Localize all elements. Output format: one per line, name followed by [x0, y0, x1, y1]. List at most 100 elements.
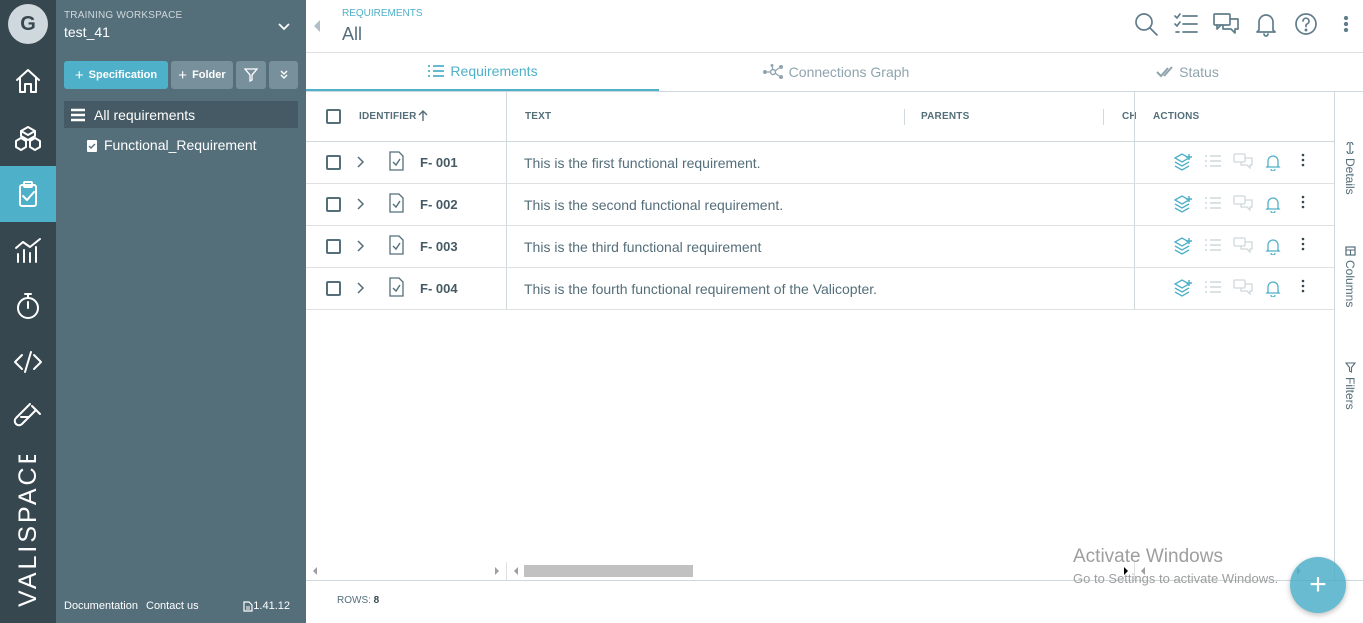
requirement-text[interactable]: This is the second functional requiremen… — [524, 197, 783, 213]
add-verification-button[interactable] — [1168, 153, 1198, 171]
tab-status[interactable]: Status — [1012, 53, 1363, 91]
select-all-checkbox[interactable] — [326, 109, 341, 124]
columns-icon — [1344, 246, 1356, 256]
add-requirement-fab[interactable]: + — [1290, 557, 1346, 613]
search-button[interactable] — [1132, 10, 1160, 38]
requirement-icon — [389, 235, 404, 255]
row-more-button[interactable] — [1288, 153, 1318, 171]
app-rail: G VALISPACE — [0, 0, 56, 623]
row-checkbox[interactable] — [326, 197, 341, 212]
tab-connections-graph[interactable]: Connections Graph — [659, 53, 1012, 91]
row-tasks-button[interactable] — [1198, 237, 1228, 255]
table-row[interactable]: F- 001 This is the first functional requ… — [306, 142, 1334, 184]
add-verification-button[interactable] — [1168, 279, 1198, 297]
row-checkbox[interactable] — [326, 155, 341, 170]
row-actions — [1168, 237, 1318, 255]
tab-requirements[interactable]: Requirements — [306, 53, 659, 91]
add-specification-button[interactable]: + Specification — [64, 61, 168, 89]
testing-nav-button[interactable] — [0, 390, 56, 446]
tasks-button[interactable] — [1172, 10, 1200, 38]
help-button[interactable] — [1292, 10, 1320, 38]
notifications-button[interactable] — [1252, 10, 1280, 38]
chevron-right-icon[interactable] — [354, 155, 366, 169]
column-resizer[interactable] — [1103, 109, 1104, 125]
row-more-button[interactable] — [1288, 195, 1318, 213]
requirement-identifier[interactable]: F- 001 — [420, 155, 458, 170]
help-icon — [1295, 13, 1317, 35]
requirement-identifier[interactable]: F- 002 — [420, 197, 458, 212]
tree-item-all-requirements[interactable]: All requirements — [64, 101, 298, 128]
chevron-down-icon[interactable] — [276, 18, 292, 34]
row-tasks-button[interactable] — [1198, 279, 1228, 297]
sort-ascending-icon[interactable] — [417, 110, 429, 122]
requirement-identifier[interactable]: F- 004 — [420, 281, 458, 296]
contact-link[interactable]: Contact us — [146, 600, 199, 612]
column-header-parents[interactable]: PARENTS — [921, 111, 969, 122]
row-checkbox[interactable] — [326, 239, 341, 254]
home-nav-button[interactable] — [0, 53, 56, 109]
scripting-nav-button[interactable] — [0, 334, 56, 390]
document-icon — [243, 600, 253, 612]
tree-item-functional-requirement[interactable]: Functional_Requirement — [86, 135, 257, 155]
activation-watermark: Activate Windows Go to Settings to activ… — [1073, 546, 1278, 586]
row-discussion-button[interactable] — [1228, 279, 1258, 297]
test-tube-icon — [13, 403, 41, 427]
chevron-right-icon[interactable] — [354, 281, 366, 295]
row-more-button[interactable] — [1288, 237, 1318, 255]
column-header-identifier[interactable]: IDENTIFIER — [359, 111, 417, 122]
row-discussion-button[interactable] — [1228, 237, 1258, 255]
collapse-panel-button[interactable] — [306, 0, 328, 52]
scroll-left-arrow-icon[interactable] — [312, 567, 318, 575]
scroll-left-arrow-icon[interactable] — [513, 567, 519, 575]
tab-label: Status — [1179, 64, 1219, 80]
add-verification-button[interactable] — [1168, 237, 1198, 255]
discussions-button[interactable] — [1212, 10, 1240, 38]
scrollbar-thumb[interactable] — [524, 565, 693, 577]
analytics-nav-button[interactable] — [0, 222, 56, 278]
column-header-text[interactable]: TEXT — [525, 111, 551, 122]
requirement-text[interactable]: This is the fourth functional requiremen… — [524, 281, 877, 297]
row-notifications-button[interactable] — [1258, 237, 1288, 255]
row-actions — [1168, 279, 1318, 297]
requirements-nav-button[interactable] — [0, 166, 56, 222]
table-row[interactable]: F- 002 This is the second functional req… — [306, 184, 1334, 226]
requirement-identifier[interactable]: F- 003 — [420, 239, 458, 254]
filters-label: Filters — [1343, 377, 1357, 410]
chevron-right-icon[interactable] — [354, 239, 366, 253]
row-notifications-button[interactable] — [1258, 195, 1288, 213]
filter-tree-button[interactable] — [236, 61, 266, 89]
row-notifications-button[interactable] — [1258, 153, 1288, 171]
table-row[interactable]: F- 004 This is the fourth functional req… — [306, 268, 1334, 310]
avatar[interactable]: G — [8, 4, 48, 44]
row-tasks-button[interactable] — [1198, 195, 1228, 213]
filters-panel-toggle[interactable]: Filters — [1343, 362, 1357, 410]
chevron-right-icon[interactable] — [354, 197, 366, 211]
chat-bubbles-icon — [1213, 13, 1239, 34]
details-panel-toggle[interactable]: Details — [1343, 142, 1357, 195]
requirement-icon — [389, 151, 404, 171]
requirement-text[interactable]: This is the first functional requirement… — [524, 155, 761, 171]
add-folder-button[interactable]: + Folder — [171, 61, 233, 89]
svg-text:VALISPACE: VALISPACE — [14, 455, 42, 607]
row-checkbox[interactable] — [326, 281, 341, 296]
row-more-button[interactable] — [1288, 279, 1318, 297]
version-info[interactable]: 1.41.12 — [243, 600, 298, 612]
documentation-link[interactable]: Documentation — [64, 600, 138, 612]
tab-label: Requirements — [450, 63, 538, 79]
row-discussion-button[interactable] — [1228, 153, 1258, 171]
columns-panel-toggle[interactable]: Columns — [1343, 246, 1357, 307]
expand-toolbar-button[interactable] — [269, 61, 298, 89]
timeline-nav-button[interactable] — [0, 278, 56, 334]
scroll-right-arrow-icon[interactable] — [494, 567, 500, 575]
table-row[interactable]: F- 003 This is the third functional requ… — [306, 226, 1334, 268]
filter-icon — [244, 68, 258, 82]
row-discussion-button[interactable] — [1228, 195, 1258, 213]
workspace-name[interactable]: test_41 — [64, 24, 110, 40]
components-nav-button[interactable] — [0, 110, 56, 166]
add-verification-button[interactable] — [1168, 195, 1198, 213]
more-options-button[interactable] — [1332, 10, 1360, 38]
row-tasks-button[interactable] — [1198, 153, 1228, 171]
row-notifications-button[interactable] — [1258, 279, 1288, 297]
requirement-text[interactable]: This is the third functional requirement — [524, 239, 761, 255]
column-resizer[interactable] — [904, 109, 905, 125]
